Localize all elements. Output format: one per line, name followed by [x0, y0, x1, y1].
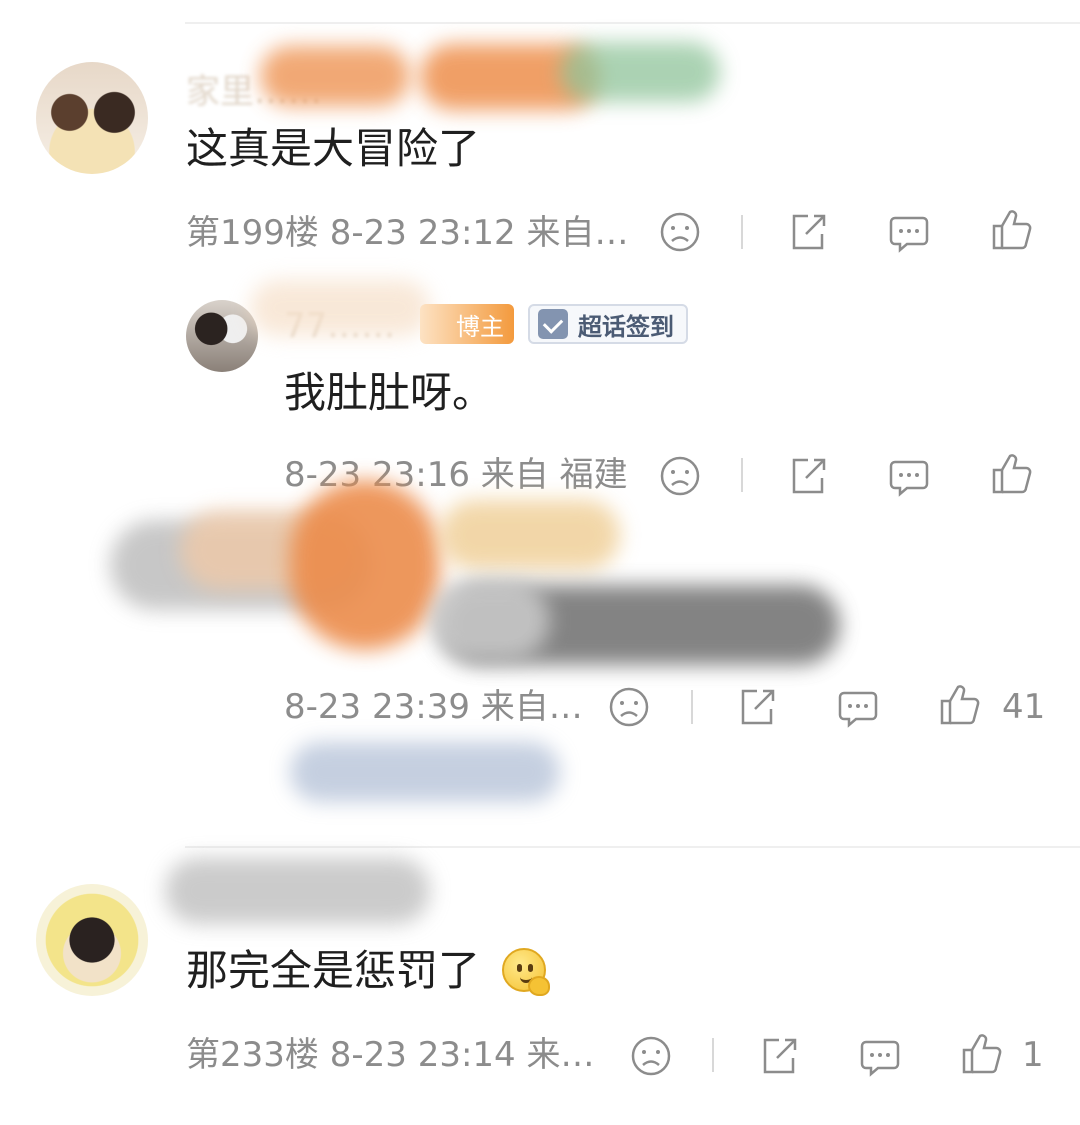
dislike-icon[interactable] — [658, 210, 702, 254]
comment-icon[interactable] — [836, 685, 880, 729]
username-redaction — [165, 858, 430, 924]
username-redaction — [250, 280, 430, 336]
redaction-smudge — [430, 580, 550, 660]
timestamp: 8-23 23:14 — [329, 1035, 516, 1075]
redaction-smudge — [440, 500, 620, 570]
separator — [741, 458, 743, 492]
like-icon[interactable] — [960, 1032, 1004, 1076]
supertopic-checkin-badge[interactable]: 超话签到 — [528, 304, 688, 344]
timestamp: 8-23 23:12 — [329, 213, 516, 253]
location: 来自… — [480, 687, 583, 727]
username-redaction — [560, 42, 720, 102]
avatar[interactable] — [36, 62, 148, 174]
more-replies-link-redacted[interactable] — [290, 742, 560, 802]
redaction-smudge — [290, 480, 440, 650]
timestamp: 8-23 23:39 — [284, 687, 470, 727]
like-count: 41 — [1002, 687, 1046, 727]
host-badge: 博主 — [420, 304, 514, 344]
floor-number: 第233楼 — [186, 1035, 319, 1075]
comment-text: 那完全是惩罚了 — [186, 946, 481, 995]
location: 来自 福建 — [480, 455, 628, 495]
comment-icon[interactable] — [858, 1034, 902, 1078]
dislike-icon[interactable] — [658, 454, 702, 498]
share-icon[interactable] — [786, 454, 830, 498]
like-icon[interactable] — [990, 452, 1034, 496]
username-redaction — [260, 46, 410, 106]
location: 来… — [526, 1035, 595, 1075]
like-icon[interactable] — [990, 208, 1034, 252]
reply-meta: 8-23 23:39 来自… — [284, 690, 583, 724]
avatar[interactable] — [186, 300, 258, 372]
top-divider — [185, 22, 1080, 24]
comment-divider — [185, 846, 1080, 848]
avatar[interactable] — [36, 884, 148, 996]
comment-icon[interactable] — [887, 454, 931, 498]
dislike-icon[interactable] — [629, 1034, 673, 1078]
checkin-icon — [538, 309, 568, 339]
comment-meta: 第199楼 8-23 23:12 来自… — [186, 216, 629, 250]
floor-number: 第199楼 — [186, 213, 319, 253]
separator — [691, 690, 693, 724]
share-icon[interactable] — [786, 210, 830, 254]
like-icon[interactable] — [938, 683, 982, 727]
share-icon[interactable] — [757, 1034, 801, 1078]
reply-text: 我肚肚呀。 — [284, 368, 495, 417]
separator — [741, 215, 743, 249]
location: 来自… — [526, 213, 629, 253]
share-icon[interactable] — [735, 685, 779, 729]
thinking-emoji-icon — [502, 948, 550, 996]
separator — [712, 1038, 714, 1072]
comment-icon[interactable] — [887, 210, 931, 254]
dislike-icon[interactable] — [607, 685, 651, 729]
comment-text: 这真是大冒险了 — [186, 124, 481, 173]
like-count: 1 — [1022, 1035, 1044, 1075]
comment-meta: 第233楼 8-23 23:14 来… — [186, 1038, 595, 1072]
